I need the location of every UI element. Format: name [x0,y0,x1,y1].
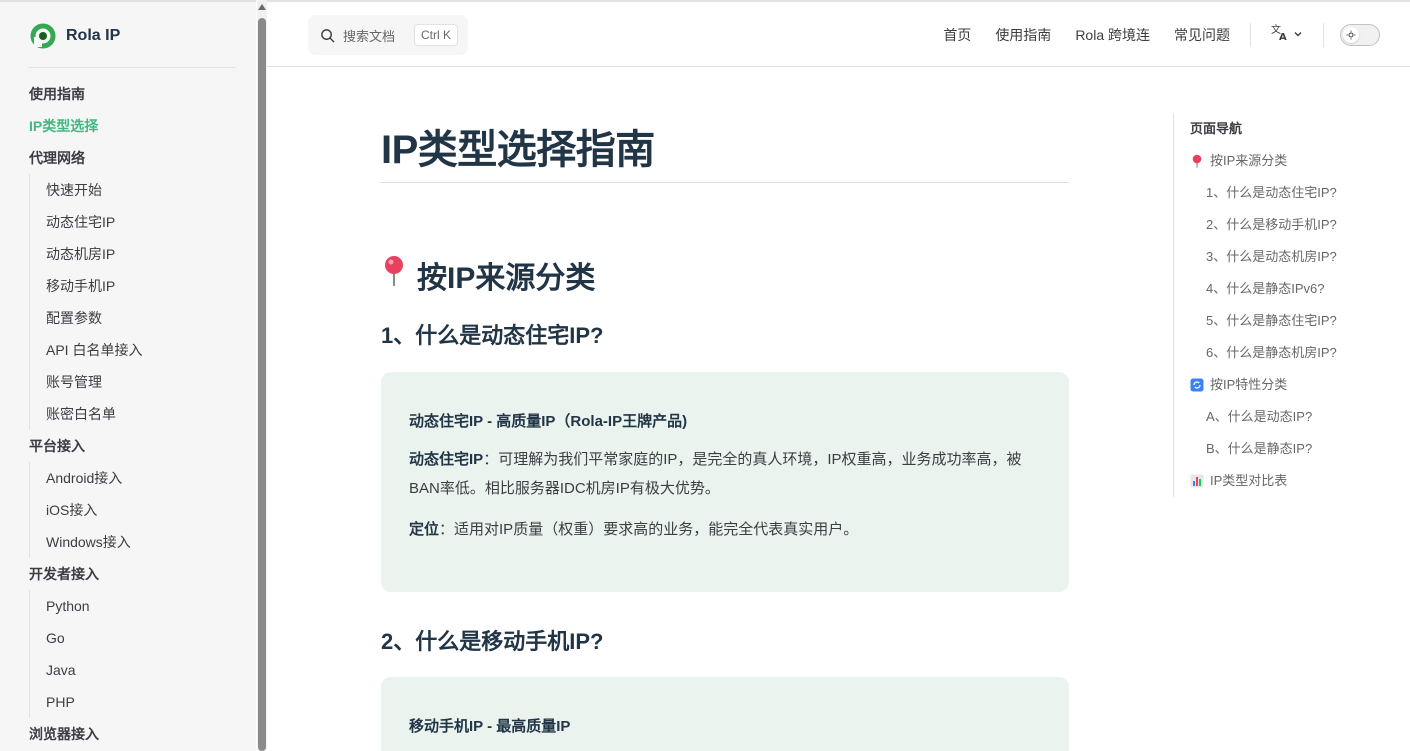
outline-link[interactable]: B、什么是静态IP? [1174,433,1373,465]
callout-residential-ip: 动态住宅IP - 高质量IP（Rola-IP王牌产品) 动态住宅IP：可理解为我… [381,372,1069,592]
top-bar: 搜索文档 Ctrl K 首页 使用指南 Rola 跨境连 常见问题 文 A [267,0,1410,67]
language-menu-button[interactable]: 文 A [1271,23,1303,46]
sidebar-group-label[interactable]: 平台接入 [0,430,256,462]
sidebar-scrollbar[interactable] [257,0,267,751]
callout-text: ：适用对IP质量（权重）要求高的业务，能完全代表真实用户。 [439,521,859,538]
heading-mobile-ip: 2、什么是移动手机IP? [381,629,604,654]
outline-link-label: B、什么是静态IP? [1206,441,1313,456]
outline-link-label: 按IP来源分类 [1210,153,1288,168]
search-shortcut: Ctrl K [414,24,458,46]
outline-link[interactable]: IP类型对比表 [1174,465,1373,497]
scroll-thumb[interactable] [258,18,266,751]
outline-link[interactable]: 3、什么是动态机房IP? [1174,241,1373,273]
top-nav: 首页 使用指南 Rola 跨境连 常见问题 文 A [919,2,1410,67]
nav-divider [1250,22,1251,47]
nav-link-home[interactable]: 首页 [943,25,971,45]
sidebar-group-label[interactable]: 开发者接入 [0,558,256,590]
section-heading-text: 按IP来源分类 [417,262,596,295]
sidebar-nav: 使用指南 IP类型选择 代理网络 快速开始 动态住宅IP 动态机房IP 移动手机IP 配置参数… [0,78,256,750]
sidebar-item[interactable]: Python [29,590,256,622]
page-outline: 页面导航 按IP来源分类 1、什么是动态住宅IP? 2、什么是移动手机IP? 3、什么… [1173,113,1373,497]
sidebar-item[interactable]: Java [29,654,256,686]
nav-link-rola-cross[interactable]: Rola 跨境连 [1075,25,1150,45]
scroll-up-arrow-icon[interactable] [258,4,266,10]
nav-link-guide[interactable]: 使用指南 [995,25,1051,45]
sidebar-item[interactable]: PHP [29,686,256,718]
outline-link[interactable]: 1、什么是动态住宅IP? [1174,177,1373,209]
sidebar-item[interactable]: 配置参数 [29,302,256,334]
outline-link[interactable]: 按IP来源分类 [1174,145,1373,177]
sidebar-item[interactable]: 账密白名单 [29,398,256,430]
callout-text: ：可理解为我们平常家庭的IP，是完全的真人环境，IP权重高，业务成功率高，被BA… [409,451,1022,497]
section-heading-ip-source: 按IP来源分类 [381,253,595,297]
sidebar-divider [28,67,236,68]
outline-link-label: 2、什么是移动手机IP? [1206,217,1337,232]
sidebar-item[interactable]: IP类型选择 [0,110,256,142]
callout-mobile-ip: 移动手机IP - 最高质量IP [381,677,1069,751]
pin-icon [1190,154,1204,168]
refresh-icon [1190,378,1204,392]
outline-list: 按IP来源分类 1、什么是动态住宅IP? 2、什么是移动手机IP? 3、什么是动态机房… [1174,145,1373,497]
sidebar-item[interactable]: 动态住宅IP [29,206,256,238]
outline-link[interactable]: 4、什么是静态IPv6? [1174,273,1373,305]
bar-chart-icon [1190,474,1204,488]
sidebar-item[interactable]: 使用指南 [0,78,256,110]
outline-link-label: 按IP特性分类 [1210,377,1288,392]
outline-link[interactable]: 6、什么是静态机房IP? [1174,337,1373,369]
outline-link-label: IP类型对比表 [1210,473,1288,488]
outline-link[interactable]: 5、什么是静态住宅IP? [1174,305,1373,337]
sidebar-item[interactable]: Windows接入 [29,526,256,558]
sidebar-group-label[interactable]: 代理网络 [0,142,256,174]
svg-text:A: A [1279,32,1287,41]
brand-name: Rola IP [66,27,121,44]
search-icon [320,28,335,43]
sidebar-item[interactable]: 动态机房IP [29,238,256,270]
search-button[interactable]: 搜索文档 Ctrl K [308,15,468,55]
appearance-toggle[interactable] [1340,23,1380,46]
callout-label: 定位 [409,521,440,538]
sidebar-item[interactable]: 账号管理 [29,366,256,398]
sidebar-item[interactable]: 移动手机IP [29,270,256,302]
outline-link-label: A、什么是动态IP? [1206,409,1313,424]
page-title: IP类型选择指南 [381,128,655,172]
outline-title: 页面导航 [1190,121,1243,136]
translate-icon: 文 A [1271,23,1289,46]
callout-title: 动态住宅IP - 高质量IP（Rola-IP王牌产品) [409,413,688,430]
pin-icon [381,255,407,295]
callout-paragraph: 定位：适用对IP质量（权重）要求高的业务，能完全代表真实用户。 [409,515,1041,544]
search-placeholder: 搜索文档 [343,28,396,44]
sidebar-item[interactable]: 快速开始 [29,174,256,206]
sidebar-group-label[interactable]: 浏览器接入 [0,718,256,750]
outline-link[interactable]: 按IP特性分类 [1174,369,1373,401]
rola-logo-icon [30,23,56,49]
sidebar: Rola IP 使用指南 IP类型选择 代理网络 快速开始 动态住宅IP 动态机房IP 移动… [0,0,256,751]
sidebar-item[interactable]: API 白名单接入 [29,334,256,366]
outline-link-label: 1、什么是动态住宅IP? [1206,185,1337,200]
outline-link-label: 4、什么是静态IPv6? [1206,281,1325,296]
outline-link-label: 5、什么是静态住宅IP? [1206,313,1337,328]
outline-link-label: 6、什么是静态机房IP? [1206,345,1337,360]
outline-link[interactable]: A、什么是动态IP? [1174,401,1373,433]
chevron-down-icon [1293,26,1303,44]
heading-residential-ip: 1、什么是动态住宅IP? [381,323,604,348]
callout-title: 移动手机IP - 最高质量IP [409,718,571,735]
sidebar-item[interactable]: Go [29,622,256,654]
sun-icon [1343,26,1359,43]
callout-label: 动态住宅IP [409,451,484,468]
nav-link-faq[interactable]: 常见问题 [1174,25,1230,45]
brand-link[interactable]: Rola IP [30,22,120,50]
nav-divider-2 [1323,22,1324,47]
outline-link-label: 3、什么是动态机房IP? [1206,249,1337,264]
title-divider [381,182,1069,183]
sidebar-item[interactable]: iOS接入 [29,494,256,526]
sidebar-item[interactable]: Android接入 [29,462,256,494]
callout-paragraph: 动态住宅IP：可理解为我们平常家庭的IP，是完全的真人环境，IP权重高，业务成功… [409,445,1041,503]
outline-link[interactable]: 2、什么是移动手机IP? [1174,209,1373,241]
